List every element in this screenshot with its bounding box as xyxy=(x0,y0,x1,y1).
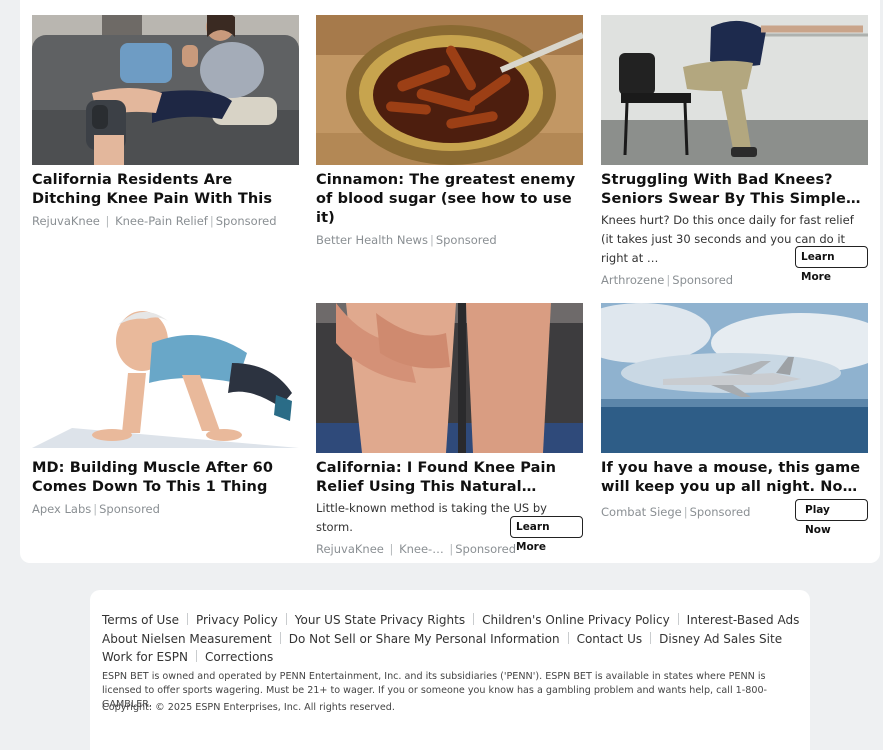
ad-title[interactable]: Cinnamon: The greatest enemy of blood su… xyxy=(316,171,583,228)
meta-separator: | xyxy=(683,505,688,519)
footer-link-terms[interactable]: Terms of Use xyxy=(102,611,179,630)
divider xyxy=(567,631,569,644)
divider xyxy=(186,613,188,625)
ad-image-hands-on-knee[interactable] xyxy=(316,303,583,453)
learn-more-button[interactable]: Learn More xyxy=(795,246,868,283)
ad-image-jet-over-sea[interactable] xyxy=(601,303,868,453)
divider xyxy=(195,650,197,662)
ad-card-muscle-60[interactable]: MD: Building Muscle After 60 Comes Down … xyxy=(32,303,299,517)
ad-card-knee-relief[interactable]: California: I Found Knee Pain Relief Usi… xyxy=(316,303,583,557)
footer-link-disney-ads[interactable]: Disney Ad Sales Site xyxy=(659,630,782,649)
ad-card-knee-sofa[interactable]: California Residents Are Ditching Knee P… xyxy=(32,15,299,229)
ad-source[interactable]: RejuvaKnee xyxy=(32,214,100,228)
meta-separator: | xyxy=(209,214,214,228)
footer-link-privacy[interactable]: Privacy Policy xyxy=(196,611,278,630)
divider xyxy=(473,613,475,625)
copyright-text: Copyright: © 2025 ESPN Enterprises, Inc.… xyxy=(102,702,395,713)
footer-link-corrections[interactable]: Corrections xyxy=(205,648,273,667)
sponsored-label: Sponsored xyxy=(672,273,734,287)
ad-source[interactable]: Arthrozene xyxy=(601,273,664,287)
ad-image-cinnamon-bowl[interactable] xyxy=(316,15,583,165)
learn-more-button[interactable]: Learn More xyxy=(510,516,583,553)
play-now-button[interactable]: Play Now xyxy=(795,499,868,536)
divider xyxy=(677,613,679,625)
ad-source[interactable]: RejuvaKnee xyxy=(316,542,384,556)
ad-source-sub[interactable]: Knee-Pain Relief xyxy=(115,214,208,228)
sponsored-label: Sponsored xyxy=(435,233,497,247)
sponsored-label: Sponsored xyxy=(99,502,160,516)
ad-title[interactable]: MD: Building Muscle After 60 Comes Down … xyxy=(32,459,299,497)
ad-image-woman-knee-brace[interactable] xyxy=(32,15,299,165)
footer-link-interest-ads[interactable]: Interest-Based Ads xyxy=(687,611,800,630)
ad-meta: Better Health News | Sponsored xyxy=(316,232,583,248)
footer-link-state-privacy[interactable]: Your US State Privacy Rights xyxy=(295,611,465,630)
meta-separator: | xyxy=(101,214,114,228)
sponsored-label: Sponsored xyxy=(455,542,517,556)
footer-link-nielsen[interactable]: About Nielsen Measurement xyxy=(102,630,272,649)
footer-links: Terms of Use Privacy Policy Your US State … xyxy=(102,611,802,667)
ad-source[interactable]: Better Health News xyxy=(316,233,428,247)
divider xyxy=(279,631,281,644)
ad-image-man-squat-chair[interactable] xyxy=(601,15,868,165)
ad-card-cinnamon[interactable]: Cinnamon: The greatest enemy of blood su… xyxy=(316,15,583,248)
site-footer: Terms of Use Privacy Policy Your US State … xyxy=(90,590,810,750)
ad-meta: Apex Labs | Sponsored xyxy=(32,501,299,517)
divider xyxy=(285,613,287,625)
sponsored-label: Sponsored xyxy=(215,214,277,228)
ad-title[interactable]: California: I Found Knee Pain Relief Usi… xyxy=(316,459,583,497)
ad-source[interactable]: Apex Labs xyxy=(32,502,91,516)
meta-separator: | xyxy=(93,502,98,516)
ad-title[interactable]: If you have a mouse, this game will keep… xyxy=(601,459,868,497)
sponsored-label: Sponsored xyxy=(689,505,751,519)
ad-card-bad-knees[interactable]: Struggling With Bad Knees? Seniors Swear… xyxy=(601,15,868,288)
ad-meta: RejuvaKnee | Knee-Pain Relief | Sponsored xyxy=(32,213,299,229)
meta-separator: | xyxy=(429,233,434,247)
ad-source[interactable]: Combat Siege xyxy=(601,505,682,519)
ad-source-sub[interactable]: Knee-… xyxy=(399,542,444,556)
divider xyxy=(650,631,652,644)
ad-title[interactable]: Struggling With Bad Knees? Seniors Swear… xyxy=(601,171,868,209)
footer-link-work-for-espn[interactable]: Work for ESPN xyxy=(102,648,188,667)
meta-separator: | xyxy=(666,273,671,287)
ad-title[interactable]: California Residents Are Ditching Knee P… xyxy=(32,171,299,209)
ad-image-man-pushup[interactable] xyxy=(32,303,299,453)
meta-separator: | xyxy=(385,542,398,556)
ad-card-game[interactable]: If you have a mouse, this game will keep… xyxy=(601,303,868,536)
sponsored-content-panel: California Residents Are Ditching Knee P… xyxy=(20,0,880,563)
footer-link-do-not-sell[interactable]: Do Not Sell or Share My Personal Informa… xyxy=(289,630,560,649)
footer-link-childrens-privacy[interactable]: Children's Online Privacy Policy xyxy=(482,611,670,630)
footer-link-contact[interactable]: Contact Us xyxy=(577,630,643,649)
meta-separator: | xyxy=(445,542,454,556)
